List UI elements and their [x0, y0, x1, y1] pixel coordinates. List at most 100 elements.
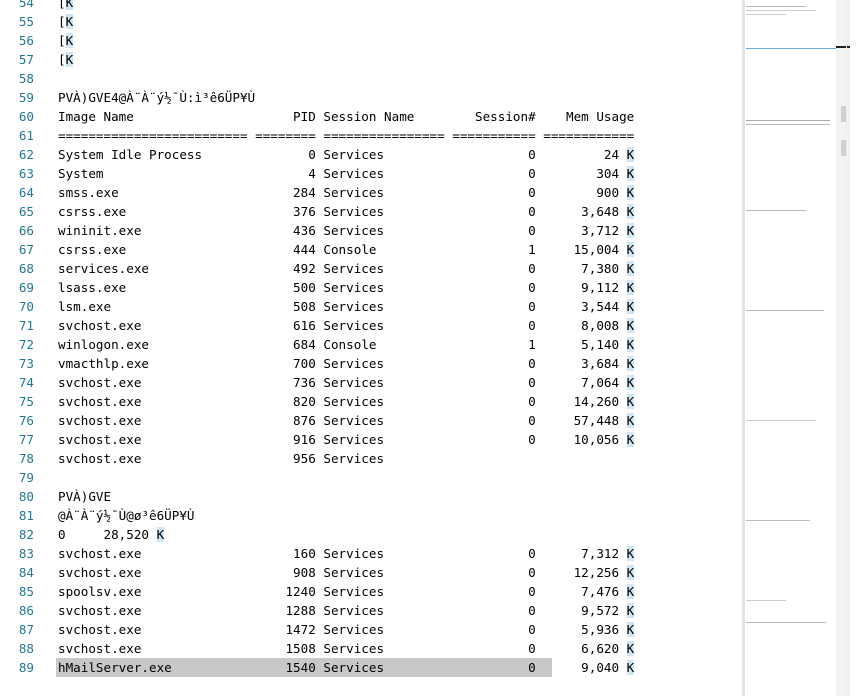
editor-line[interactable]: 62 System Idle Process 0 Services 0 24 K [0, 145, 742, 164]
line-text: svchost.exe 916 Services 0 10,056 K [58, 432, 635, 447]
editor-line[interactable]: 58 [0, 69, 742, 88]
editor-line[interactable]: 64 smss.exe 284 Services 0 900 K [0, 183, 742, 202]
match-highlight: K [626, 204, 635, 219]
line-number: 55 [18, 14, 34, 29]
match-highlight: K [626, 147, 635, 162]
line-number: 83 [18, 546, 34, 561]
line-text: 0 28,520 K [58, 527, 165, 542]
minimap-border [742, 0, 745, 696]
line-text: svchost.exe 160 Services 0 7,312 K [58, 546, 635, 561]
line-number: 87 [18, 622, 34, 637]
editor-line[interactable]: 82 0 28,520 K [0, 525, 742, 544]
editor-line[interactable]: 65 csrss.exe 376 Services 0 3,648 K [0, 202, 742, 221]
match-highlight: K [626, 565, 635, 580]
match-highlight: K [626, 584, 635, 599]
match-highlight: K [626, 356, 635, 371]
text-editor[interactable]: 54 [K 55 [K 56 [K 57 [K 58 59 PVÀ)GVE4@À¨À¨ý½¯Ù:ì³… [0, 0, 742, 696]
line-number: 61 [18, 128, 34, 143]
editor-line[interactable]: 74 svchost.exe 736 Services 0 7,064 K [0, 373, 742, 392]
editor-line[interactable]: 80 PVÀ)GVE [0, 487, 742, 506]
minimap-viewport-marker [746, 48, 846, 49]
match-highlight: K [626, 280, 635, 295]
line-number: 68 [18, 261, 34, 276]
editor-line[interactable]: 60 Image Name PID Session Name Session# M… [0, 107, 742, 126]
editor-line[interactable]: 56 [K [0, 31, 742, 50]
minimap-line [746, 420, 816, 421]
match-highlight: K [65, 33, 74, 48]
line-number: 59 [18, 90, 34, 105]
line-text: svchost.exe 876 Services 0 57,448 K [58, 413, 635, 428]
line-text: @À¨À¨ý½¯Ù@ø³ê6ÜP¥Ù [58, 508, 195, 523]
line-number: 79 [18, 470, 34, 485]
match-highlight: K [626, 375, 635, 390]
line-number: 88 [18, 641, 34, 656]
match-highlight: K [626, 622, 635, 637]
editor-line[interactable]: 59 PVÀ)GVE4@À¨À¨ý½¯Ù:ì³ê6ÜP¥Ù [0, 88, 742, 107]
minimap-line [746, 600, 786, 601]
editor-line[interactable]: 87 svchost.exe 1472 Services 0 5,936 K [0, 620, 742, 639]
editor-line[interactable]: 88 svchost.exe 1508 Services 0 6,620 K [0, 639, 742, 658]
line-number: 74 [18, 375, 34, 390]
editor-line[interactable]: 67 csrss.exe 444 Console 1 15,004 K [0, 240, 742, 259]
minimap-line [746, 124, 830, 125]
line-text: spoolsv.exe 1240 Services 0 7,476 K [58, 584, 635, 599]
editor-line[interactable]: 66 wininit.exe 436 Services 0 3,712 K [0, 221, 742, 240]
line-number: 89 [18, 660, 34, 675]
editor-line[interactable]: 75 svchost.exe 820 Services 0 14,260 K [0, 392, 742, 411]
line-number: 86 [18, 603, 34, 618]
match-highlight: K [626, 546, 635, 561]
line-number: 70 [18, 299, 34, 314]
match-highlight: K [156, 527, 165, 542]
editor-line[interactable]: 89 hMailServer.exe 1540 Services 0 9,040 … [0, 658, 742, 677]
editor-line[interactable]: 73 vmacthlp.exe 700 Services 0 3,684 K [0, 354, 742, 373]
match-highlight: K [626, 299, 635, 314]
editor-line[interactable]: 57 [K [0, 50, 742, 69]
editor-line[interactable]: 70 lsm.exe 508 Services 0 3,544 K [0, 297, 742, 316]
line-text: csrss.exe 376 Services 0 3,648 K [58, 204, 635, 219]
editor-line[interactable]: 77 svchost.exe 916 Services 0 10,056 K [0, 430, 742, 449]
minimap-line [746, 310, 824, 311]
editor-line[interactable]: 54 [K [0, 0, 742, 12]
editor-line[interactable]: 69 lsass.exe 500 Services 0 9,112 K [0, 278, 742, 297]
editor-line[interactable]: 84 svchost.exe 908 Services 0 12,256 K [0, 563, 742, 582]
editor-line[interactable]: 71 svchost.exe 616 Services 0 8,008 K [0, 316, 742, 335]
vertical-scrollbar[interactable] [836, 0, 850, 696]
line-number: 66 [18, 223, 34, 238]
editor-line[interactable]: 61 ========================= ======== ===… [0, 126, 742, 145]
editor-line[interactable]: 83 svchost.exe 160 Services 0 7,312 K [0, 544, 742, 563]
editor-line[interactable]: 72 winlogon.exe 684 Console 1 5,140 K [0, 335, 742, 354]
line-text: [K [58, 0, 74, 12]
minimap-line [746, 10, 816, 11]
line-number: 63 [18, 166, 34, 181]
match-highlight: K [626, 185, 635, 200]
line-number: 64 [18, 185, 34, 200]
line-number: 57 [18, 52, 34, 67]
editor-line[interactable]: 76 svchost.exe 876 Services 0 57,448 K [0, 411, 742, 430]
editor-line[interactable]: 86 svchost.exe 1288 Services 0 9,572 K [0, 601, 742, 620]
line-text: vmacthlp.exe 700 Services 0 3,684 K [58, 356, 635, 371]
minimap-line [746, 210, 806, 211]
editor-line[interactable]: 78 svchost.exe 956 Services [0, 449, 742, 468]
editor-line[interactable]: 85 spoolsv.exe 1240 Services 0 7,476 K [0, 582, 742, 601]
match-highlight: K [626, 337, 635, 352]
line-text: Image Name PID Session Name Session# Mem… [58, 109, 635, 124]
match-highlight: K [626, 261, 635, 276]
editor-line[interactable]: 63 System 4 Services 0 304 K [0, 164, 742, 183]
line-number: 69 [18, 280, 34, 295]
line-number: 65 [18, 204, 34, 219]
minimap-line [746, 14, 786, 15]
editor-line[interactable]: 68 services.exe 492 Services 0 7,380 K [0, 259, 742, 278]
line-number: 67 [18, 242, 34, 257]
line-number: 78 [18, 451, 34, 466]
editor-line[interactable]: 81 @À¨À¨ý½¯Ù@ø³ê6ÜP¥Ù [0, 506, 742, 525]
editor-line[interactable]: 55 [K [0, 12, 742, 31]
line-text: [K [58, 14, 74, 29]
line-text: csrss.exe 444 Console 1 15,004 K [58, 242, 635, 257]
line-text: PVÀ)GVE [58, 489, 112, 504]
line-text: lsass.exe 500 Services 0 9,112 K [58, 280, 635, 295]
match-highlight: K [626, 432, 635, 447]
minimap-panel[interactable] [742, 0, 868, 696]
line-text: PVÀ)GVE4@À¨À¨ý½¯Ù:ì³ê6ÜP¥Ù [58, 90, 256, 105]
editor-line[interactable]: 79 [0, 468, 742, 487]
line-text: ========================= ======== =====… [58, 128, 635, 143]
